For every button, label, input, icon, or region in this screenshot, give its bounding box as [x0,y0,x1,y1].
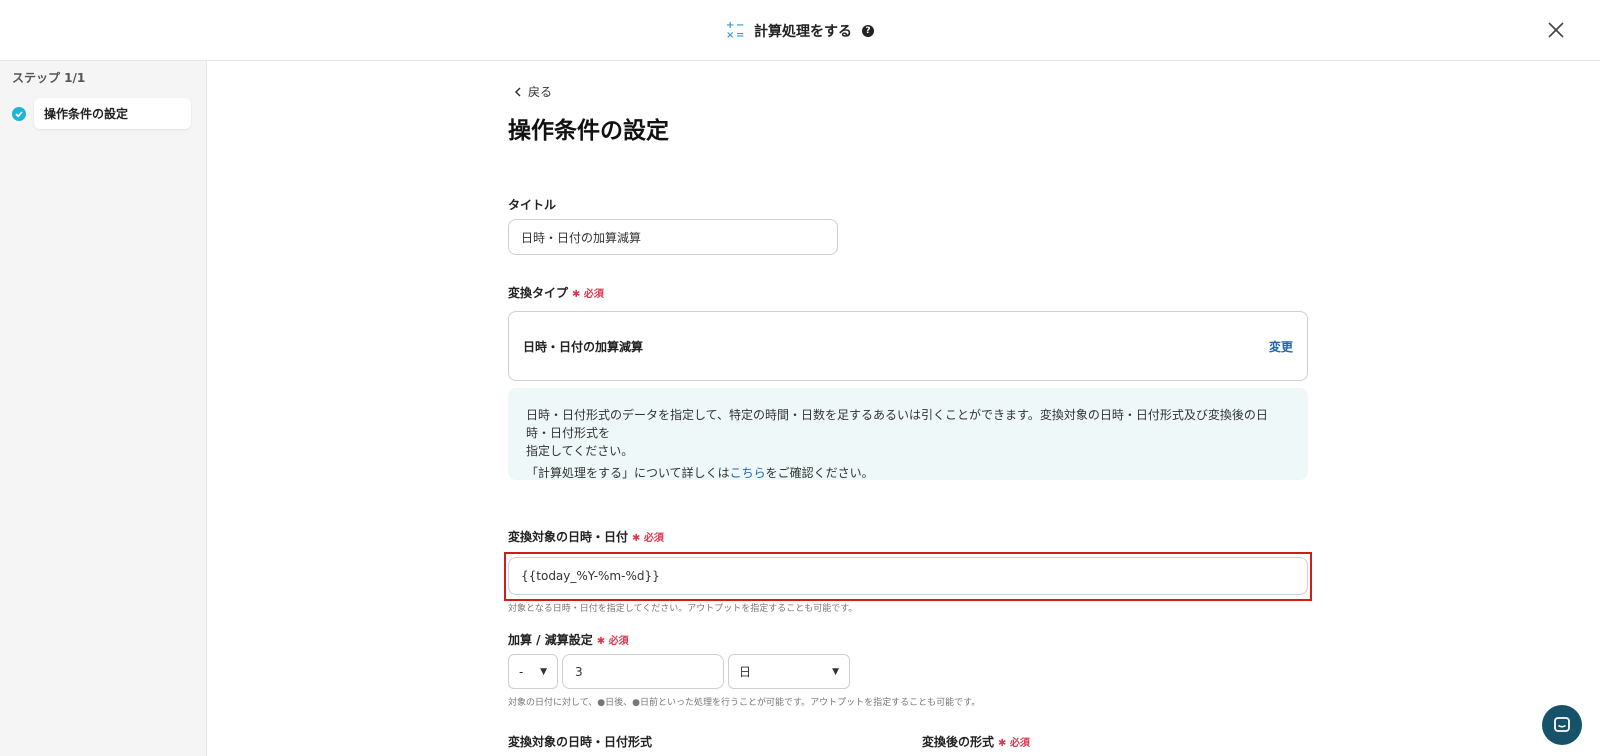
chevron-left-icon [514,86,521,97]
sidebar-step-item[interactable]: 操作条件の設定 [12,98,191,129]
info-line-3: 「計算処理をする」について詳しくはこちらをご確認ください。 [526,464,1290,482]
unit-value: 日 [739,665,752,679]
info-prefix: 「計算処理をする」について詳しくは [526,466,730,480]
target-label-text: 変換対象の日時・日付 [508,530,629,544]
back-link[interactable]: 戻る [514,83,552,100]
output-format-text: 変換後の形式 [922,735,995,749]
info-suffix: をご確認ください。 [765,466,874,480]
header-title-group: + − × = 計算処理をする ? [0,0,1600,61]
amount-input[interactable]: 3 [562,654,724,689]
info-line-2: 指定してください。 [526,444,634,458]
step-label: ステップ 1/1 [12,71,86,85]
main-content: 戻る 操作条件の設定 タイトル 日時・日付の加算減算 変換タイプ ✱ 必須 日時・… [504,61,1320,756]
chevron-down-icon: ▼ [832,666,839,677]
output-format-label: 変換後の形式 ✱ 必須 [922,733,1030,750]
title-input[interactable]: 日時・日付の加算減算 [508,219,838,255]
sidebar: ステップ 1/1 操作条件の設定 [0,61,207,756]
required-badge: ✱ 必須 [632,533,664,544]
title-field-label: タイトル [508,198,557,212]
required-badge: ✱ 必須 [596,636,629,647]
info-box: 日時・日付形式のデータを指定して、特定の時間・日数を足するあるいは引くことができ… [508,388,1308,480]
change-button[interactable]: 変更 [1269,338,1293,355]
addsub-field-label: 加算 / 減算設定 ✱ 必須 [508,631,629,648]
page-title: 操作条件の設定 [508,118,669,144]
close-icon [1548,22,1564,38]
header-title: 計算処理をする [754,23,852,40]
addsub-hint: 対象の日付に対して、●日後、●日前といった処理を行うことが可能です。アウトプット… [508,698,981,708]
type-box: 日時・日付の加算減算 変更 [508,311,1308,381]
type-label-text: 変換タイプ [508,286,569,300]
required-badge: ✱ 必須 [998,738,1030,749]
type-value: 日時・日付の加算減算 [523,339,644,354]
details-link[interactable]: こちら [730,466,766,480]
check-icon [12,106,26,121]
calculator-icon: + − × = [726,19,745,41]
step-card-label: 操作条件の設定 [34,98,191,129]
chevron-down-icon: ▼ [540,666,547,677]
format-field-label: 変換対象の日時・日付形式 [508,735,653,749]
top-header: + − × = 計算処理をする ? [0,0,1600,61]
sign-value: - [519,664,524,679]
target-hint: 対象となる日時・日付を指定してください。アウトプットを指定することも可能です。 [508,604,858,614]
target-field-label: 変換対象の日時・日付 ✱ 必須 [508,528,664,545]
target-date-input[interactable]: {{today_%Y-%m-%d}} [508,557,1308,595]
addsub-label-text: 加算 / 減算設定 [508,633,593,647]
unit-select[interactable]: 日 ▼ [728,654,850,689]
required-badge: ✱ 必須 [572,289,604,300]
sign-select[interactable]: - ▼ [508,654,558,689]
help-icon[interactable]: ? [862,24,874,37]
back-label: 戻る [528,85,553,99]
info-line-1: 日時・日付形式のデータを指定して、特定の時間・日数を足するあるいは引くことができ… [526,408,1268,440]
chat-icon [1554,717,1570,732]
close-button[interactable] [1544,18,1568,42]
chat-button[interactable] [1542,705,1582,745]
type-field-label: 変換タイプ ✱ 必須 [508,284,604,301]
